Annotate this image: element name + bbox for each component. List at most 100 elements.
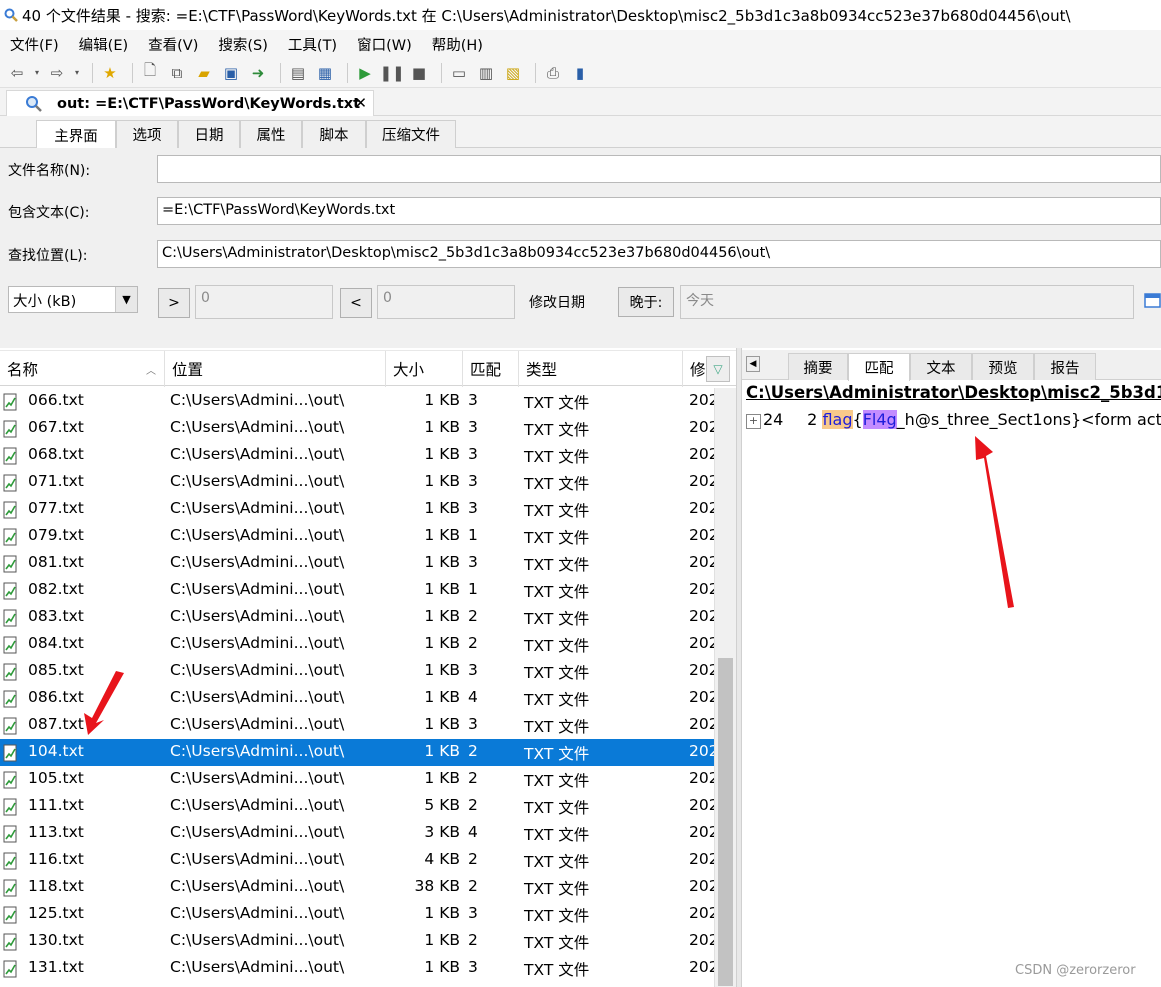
open-folder-icon[interactable]: ▰	[193, 62, 215, 84]
tab-preview[interactable]: 预览	[972, 353, 1034, 380]
table-row[interactable]: 086.txt C:\Users\Admini...\out\ 1 KB 4 TXT 文…	[0, 685, 714, 712]
menu-search[interactable]: 搜索(S)	[218, 34, 268, 55]
copy-icon[interactable]: ⧉	[166, 62, 188, 84]
table-row[interactable]: 111.txt C:\Users\Admini...\out\ 5 KB 2 TXT 文…	[0, 793, 714, 820]
table-row[interactable]: 079.txt C:\Users\Admini...\out\ 1 KB 1 TXT 文…	[0, 523, 714, 550]
table-row[interactable]: 118.txt C:\Users\Admini...\out\ 38 KB 2 TXT …	[0, 874, 714, 901]
min-size-input[interactable]: 0	[195, 285, 333, 319]
tab-script[interactable]: 脚本	[302, 120, 366, 148]
table-row[interactable]: 066.txt C:\Users\Admini...\out\ 1 KB 3 TXT 文…	[0, 388, 714, 415]
match-hit-1: flag	[822, 410, 853, 429]
back-dropdown-icon[interactable]: ▾	[33, 62, 41, 84]
file-match-count: 2	[468, 742, 478, 760]
column-size[interactable]: 大小	[386, 351, 463, 387]
file-type: TXT 文件	[524, 853, 590, 871]
favorite-star-icon[interactable]: ★	[99, 62, 121, 84]
column-name[interactable]: 名称 ︿	[0, 351, 165, 387]
later-than-button[interactable]: 晚于:	[618, 287, 674, 317]
start-icon[interactable]: ▶	[354, 62, 376, 84]
menu-window[interactable]: 窗口(W)	[357, 34, 412, 55]
file-match-count: 1	[468, 580, 478, 598]
file-modified: 202	[689, 607, 714, 625]
pause-icon[interactable]: ❚❚	[379, 62, 404, 84]
column-location[interactable]: 位置	[165, 351, 386, 387]
file-location: C:\Users\Admini...\out\	[170, 661, 345, 679]
table-row[interactable]: 131.txt C:\Users\Admini...\out\ 1 KB 3 TXT 文…	[0, 955, 714, 982]
less-than-button[interactable]: <	[340, 288, 372, 318]
table-row[interactable]: 081.txt C:\Users\Admini...\out\ 1 KB 3 TXT 文…	[0, 550, 714, 577]
report-icon[interactable]: ▧	[502, 62, 524, 84]
contains-text-input[interactable]: =E:\CTF\PassWord\KeyWords.txt	[157, 197, 1161, 225]
tab-attributes[interactable]: 属性	[240, 120, 302, 148]
column-type[interactable]: 类型	[519, 351, 683, 387]
max-size-input[interactable]: 0	[377, 285, 515, 319]
forward-dropdown-icon[interactable]: ▾	[73, 62, 81, 84]
column-modified[interactable]: 修	[683, 351, 707, 387]
save-icon[interactable]: ▣	[220, 62, 242, 84]
vertical-scrollbar[interactable]	[714, 388, 736, 987]
preview-file-path[interactable]: C:\Users\Administrator\Desktop\misc2_5b3…	[746, 383, 1161, 402]
menu-help[interactable]: 帮助(H)	[432, 34, 483, 55]
table-row[interactable]: 087.txt C:\Users\Admini...\out\ 1 KB 3 TXT 文…	[0, 712, 714, 739]
table-row[interactable]: 067.txt C:\Users\Admini...\out\ 1 KB 3 TXT 文…	[0, 415, 714, 442]
table-row[interactable]: 125.txt C:\Users\Admini...\out\ 1 KB 3 TXT 文…	[0, 901, 714, 928]
properties-icon[interactable]: ▤	[287, 62, 309, 84]
help-book-icon[interactable]: ▮	[569, 62, 591, 84]
tab-summary[interactable]: 摘要	[788, 353, 848, 380]
file-match-count: 3	[468, 418, 478, 436]
tab-text[interactable]: 文本	[910, 353, 972, 380]
print-icon[interactable]: ⎙	[542, 62, 564, 84]
table-row[interactable]: 084.txt C:\Users\Admini...\out\ 1 KB 2 TXT 文…	[0, 631, 714, 658]
table-row[interactable]: 077.txt C:\Users\Admini...\out\ 1 KB 3 TXT 文…	[0, 496, 714, 523]
greater-than-button[interactable]: >	[158, 288, 190, 318]
tab-main[interactable]: 主界面	[36, 120, 116, 149]
date-input[interactable]: 今天	[680, 285, 1134, 319]
table-row[interactable]: 071.txt C:\Users\Admini...\out\ 1 KB 3 TXT 文…	[0, 469, 714, 496]
columns-icon[interactable]: ▥	[475, 62, 497, 84]
tab-date[interactable]: 日期	[178, 120, 240, 148]
stop-icon[interactable]: ■	[408, 62, 430, 84]
menu-file[interactable]: 文件(F)	[10, 34, 59, 55]
menu-tools[interactable]: 工具(T)	[288, 34, 337, 55]
back-arrow-icon[interactable]: ⇦	[6, 62, 28, 84]
table-row[interactable]: 116.txt C:\Users\Admini...\out\ 4 KB 2 TXT 文…	[0, 847, 714, 874]
table-row[interactable]: 085.txt C:\Users\Admini...\out\ 1 KB 3 TXT 文…	[0, 658, 714, 685]
table-row[interactable]: 105.txt C:\Users\Admini...\out\ 1 KB 2 TXT 文…	[0, 766, 714, 793]
tab-archives[interactable]: 压缩文件	[366, 120, 456, 148]
filename-input[interactable]	[157, 155, 1161, 183]
text-file-icon	[3, 717, 17, 735]
menu-edit[interactable]: 编辑(E)	[79, 34, 128, 55]
column-matches[interactable]: 匹配	[463, 351, 519, 387]
tab-options[interactable]: 选项	[116, 120, 178, 148]
file-modified: 202	[689, 769, 714, 787]
match-line[interactable]: +24 2 flag{Fl4g_h@s_three_Sect1ons}<form …	[746, 410, 1161, 429]
scroll-left-icon[interactable]: ◀	[746, 356, 760, 372]
scrollbar-thumb[interactable]	[718, 658, 733, 986]
size-unit-select[interactable]: 大小 (kB) ▼	[8, 286, 138, 313]
export-icon[interactable]: ➜	[247, 62, 269, 84]
layout-icon[interactable]: ▭	[448, 62, 470, 84]
expand-icon[interactable]: +	[746, 414, 761, 429]
table-row[interactable]: 113.txt C:\Users\Admini...\out\ 3 KB 4 TXT 文…	[0, 820, 714, 847]
file-match-count: 3	[468, 904, 478, 922]
table-row[interactable]: 083.txt C:\Users\Admini...\out\ 1 KB 2 TXT 文…	[0, 604, 714, 631]
preview-icon[interactable]: ▦	[314, 62, 336, 84]
menu-view[interactable]: 查看(V)	[148, 34, 198, 55]
new-document-icon[interactable]: 🗋	[139, 61, 161, 84]
file-modified: 202	[689, 499, 714, 517]
forward-arrow-icon[interactable]: ⇨	[46, 62, 68, 84]
close-tab-icon[interactable]: ✕	[354, 94, 367, 112]
table-row[interactable]: 068.txt C:\Users\Admini...\out\ 1 KB 3 TXT 文…	[0, 442, 714, 469]
file-size: 3 KB	[424, 823, 460, 841]
calendar-icon[interactable]	[1144, 291, 1161, 308]
location-input[interactable]: C:\Users\Administrator\Desktop\misc2_5b3…	[157, 240, 1161, 268]
column-filter-icon[interactable]: ▽	[706, 356, 730, 382]
table-row[interactable]: 082.txt C:\Users\Admini...\out\ 1 KB 1 TXT 文…	[0, 577, 714, 604]
table-row[interactable]: 104.txt C:\Users\Admini...\out\ 1 KB 2 TXT 文…	[0, 739, 714, 766]
file-size: 5 KB	[424, 796, 460, 814]
tab-report[interactable]: 报告	[1034, 353, 1096, 380]
tab-matches[interactable]: 匹配	[848, 353, 910, 381]
file-size: 1 KB	[424, 958, 460, 976]
table-row[interactable]: 130.txt C:\Users\Admini...\out\ 1 KB 2 TXT 文…	[0, 928, 714, 955]
search-tab[interactable]: out: =E:\CTF\PassWord\KeyWords.txt ✕	[6, 90, 374, 116]
